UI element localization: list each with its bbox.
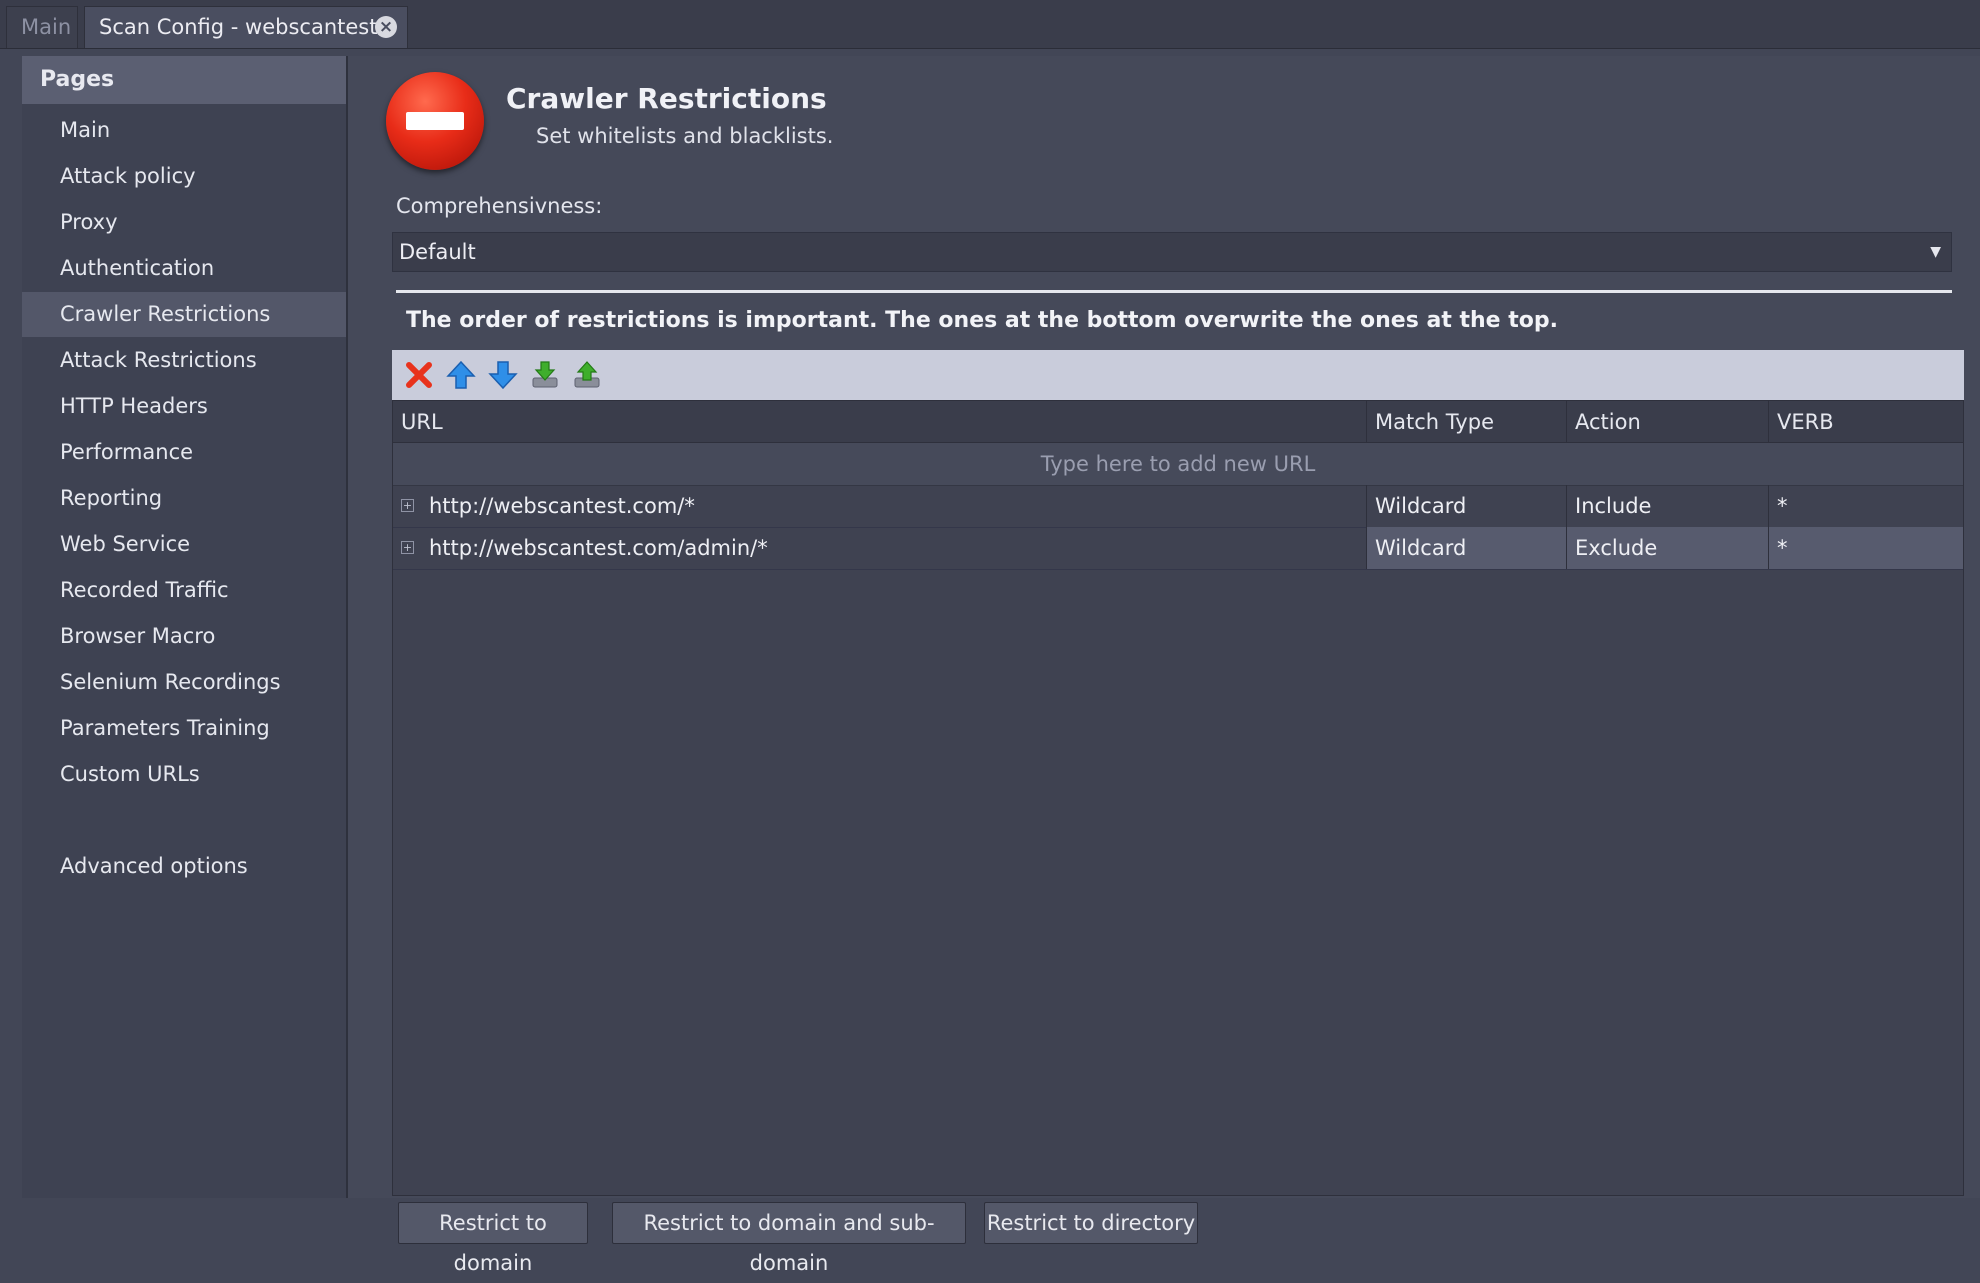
sidebar-item-authentication[interactable]: Authentication	[22, 246, 346, 291]
tab-bar: Main Scan Config - webscantest ×	[0, 0, 1980, 49]
column-header-match-type[interactable]: Match Type	[1367, 401, 1567, 443]
sidebar-item-attack-policy[interactable]: Attack policy	[22, 154, 346, 199]
table-row[interactable]: + http://webscantest.com/admin/* Wildcar…	[393, 527, 1963, 570]
sidebar-item-custom-urls[interactable]: Custom URLs	[22, 752, 346, 797]
tab-scan-config[interactable]: Scan Config - webscantest ×	[84, 6, 408, 48]
action-cell[interactable]: Include	[1567, 485, 1769, 527]
sidebar-item-browser-macro[interactable]: Browser Macro	[22, 614, 346, 659]
order-notice: The order of restrictions is important. …	[406, 308, 1559, 333]
move-up-icon[interactable]	[444, 358, 478, 392]
sidebar-item-recorded-traffic[interactable]: Recorded Traffic	[22, 568, 346, 613]
close-tab-icon[interactable]: ×	[375, 16, 397, 38]
sidebar-item-proxy[interactable]: Proxy	[22, 200, 346, 245]
sidebar-item-selenium-recordings[interactable]: Selenium Recordings	[22, 660, 346, 705]
match-type-cell[interactable]: Wildcard	[1367, 485, 1567, 527]
restrict-to-directory-button[interactable]: Restrict to directory	[984, 1202, 1198, 1244]
sidebar-item-performance[interactable]: Performance	[22, 430, 346, 475]
restrict-to-domain-button[interactable]: Restrict to domain	[398, 1202, 588, 1275]
verb-cell[interactable]: *	[1769, 527, 1963, 569]
dropdown-arrow-icon[interactable]: ▼	[1930, 233, 1941, 271]
verb-cell[interactable]: *	[1769, 485, 1963, 527]
expand-row-icon[interactable]: +	[401, 541, 414, 554]
sidebar-item-main[interactable]: Main	[22, 108, 346, 153]
add-url-row[interactable]: Type here to add new URL	[393, 443, 1963, 486]
sidebar-item-web-service[interactable]: Web Service	[22, 522, 346, 567]
comprehensiveness-dropdown[interactable]: Default ▼	[392, 232, 1952, 272]
tab-main[interactable]: Main	[6, 6, 78, 48]
restrict-to-domain-and-subdomain-button[interactable]: Restrict to domain and sub-domain	[612, 1202, 966, 1275]
sidebar-item-advanced-options[interactable]: Advanced options	[22, 844, 346, 889]
column-header-verb[interactable]: VERB	[1769, 401, 1963, 443]
sidebar-item-parameters-training[interactable]: Parameters Training	[22, 706, 346, 751]
delete-icon[interactable]	[402, 358, 436, 392]
sidebar-item-reporting[interactable]: Reporting	[22, 476, 346, 521]
import-icon[interactable]	[528, 358, 562, 392]
tab-scan-config-label: Scan Config - webscantest	[99, 15, 378, 39]
sidebar-item-http-headers[interactable]: HTTP Headers	[22, 384, 346, 429]
divider	[396, 290, 1952, 293]
move-down-icon[interactable]	[486, 358, 520, 392]
table-row[interactable]: + http://webscantest.com/* Wildcard Incl…	[393, 485, 1963, 528]
main-panel: Crawler Restrictions Set whitelists and …	[348, 56, 1980, 1275]
restrictions-grid: URL Match Type Action VERB Type here to …	[392, 400, 1964, 1196]
export-icon[interactable]	[570, 358, 604, 392]
column-header-action[interactable]: Action	[1567, 401, 1769, 443]
sidebar-item-attack-restrictions[interactable]: Attack Restrictions	[22, 338, 346, 383]
comprehensiveness-label: Comprehensivness:	[396, 194, 603, 218]
sidebar-item-crawler-restrictions[interactable]: Crawler Restrictions	[22, 292, 346, 337]
pages-sidebar: Pages Main Attack policy Proxy Authentic…	[22, 56, 348, 1198]
restrictions-toolbar	[392, 350, 1964, 400]
column-header-url[interactable]: URL	[393, 401, 1367, 443]
comprehensiveness-value: Default	[399, 240, 476, 264]
expand-row-icon[interactable]: +	[401, 499, 414, 512]
action-cell[interactable]: Exclude	[1567, 527, 1769, 569]
match-type-cell[interactable]: Wildcard	[1367, 527, 1567, 569]
page-subtitle: Set whitelists and blacklists.	[536, 124, 834, 148]
page-title: Crawler Restrictions	[506, 82, 827, 115]
sidebar-header: Pages	[22, 56, 346, 104]
url-cell[interactable]: http://webscantest.com/admin/*	[421, 527, 1367, 569]
stop-sign-icon	[386, 72, 484, 170]
url-cell[interactable]: http://webscantest.com/*	[421, 485, 1367, 527]
